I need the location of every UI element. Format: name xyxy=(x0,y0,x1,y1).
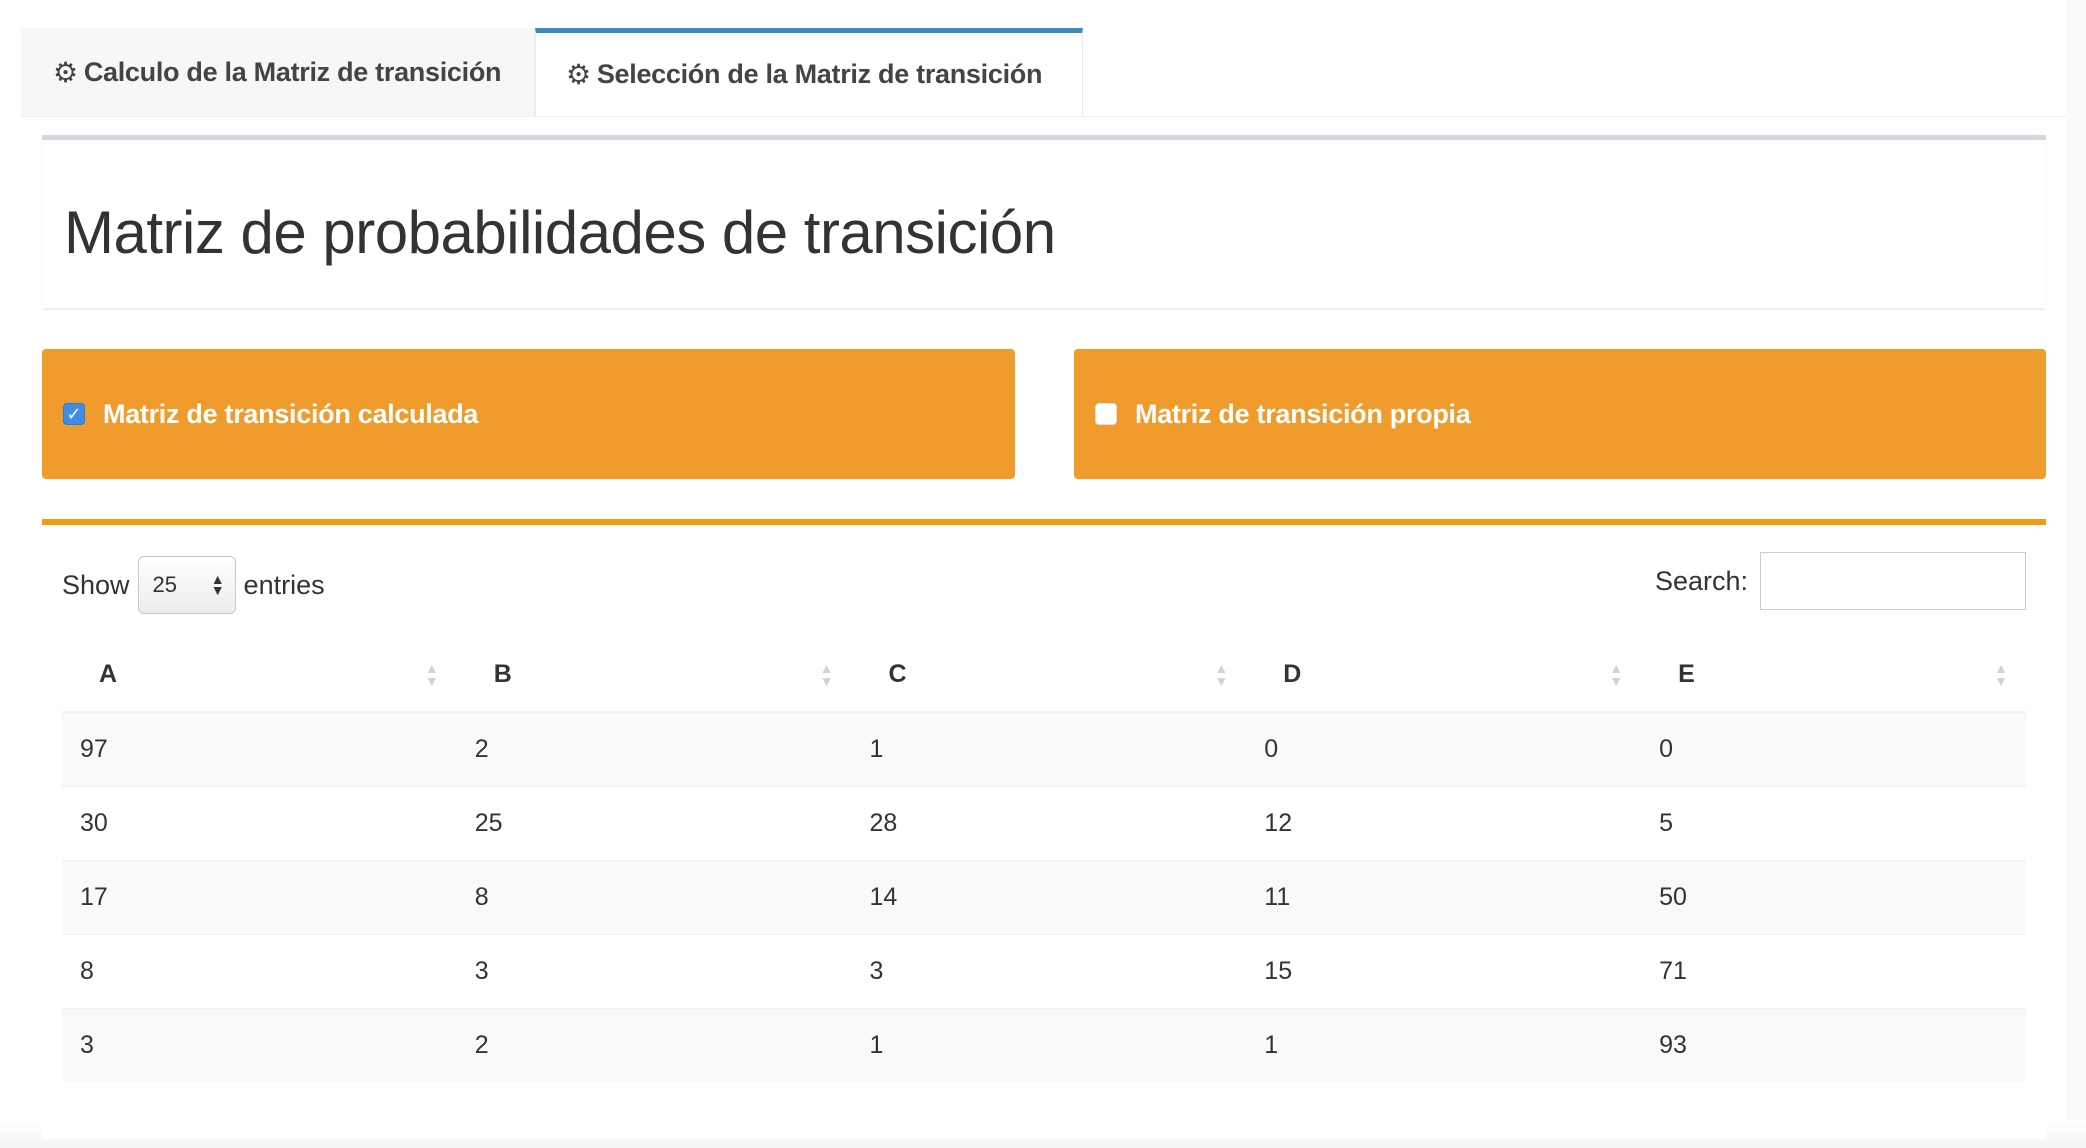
table-cell: 15 xyxy=(1246,933,1642,1008)
table-row: 17 8 14 11 50 xyxy=(62,859,2026,934)
updown-arrows-icon: ▲ ▼ xyxy=(210,571,225,598)
table-cell: 0 xyxy=(1641,711,2026,786)
table-cell: 1 xyxy=(1246,1007,1642,1082)
table-cell: 14 xyxy=(851,859,1247,934)
header-row: A ▲ ▼ B ▲ ▼ C ▲ ▼ D ▲ ▼ E ▲ ▼ xyxy=(62,638,2026,713)
tab-seleccion[interactable]: ⚙ Selección de la Matriz de transición xyxy=(535,28,1083,116)
show-label: Show xyxy=(62,569,130,600)
search-input[interactable] xyxy=(1760,552,2026,610)
tab-label: Selección de la Matriz de transición xyxy=(596,59,1043,89)
table-cell: 93 xyxy=(1641,1007,2026,1082)
column-label: D xyxy=(1283,660,1302,688)
table-cell: 2 xyxy=(456,711,852,786)
checkbox-calculada[interactable]: ✓ xyxy=(63,403,85,425)
table-cell: 30 xyxy=(62,785,457,860)
table-cell: 5 xyxy=(1641,785,2026,860)
table-cell: 3 xyxy=(456,933,852,1008)
column-header-b[interactable]: B ▲ ▼ xyxy=(456,638,852,713)
column-label: E xyxy=(1678,660,1695,688)
length-control: Show 25 ▲ ▼ entries xyxy=(62,555,325,615)
table-cell: 0 xyxy=(1246,711,1642,786)
page-length-select[interactable]: 25 ▲ ▼ xyxy=(137,556,236,614)
data-table: A ▲ ▼ B ▲ ▼ C ▲ ▼ D ▲ ▼ E ▲ ▼ 97 2 1 0 0 30 25 28 … xyxy=(62,638,2026,1082)
table-cell: 25 xyxy=(456,785,852,860)
page-title: Matriz de probabilidades de transición xyxy=(64,199,1056,266)
table-cell: 50 xyxy=(1641,859,2026,934)
page-length-value: 25 xyxy=(152,572,178,597)
column-header-e[interactable]: E ▲ ▼ xyxy=(1641,638,2026,713)
page-gutter xyxy=(2066,0,2086,1148)
table-cell: 71 xyxy=(1641,933,2026,1008)
column-label: B xyxy=(493,660,512,688)
tab-calculo[interactable]: ⚙ Calculo de la Matriz de transición xyxy=(21,28,535,116)
search-control: Search: xyxy=(1655,551,2026,611)
table-cell: 8 xyxy=(456,859,852,934)
table-cell: 28 xyxy=(851,785,1247,860)
gear-icon: ⚙ xyxy=(566,59,591,90)
sort-icon: ▲ ▼ xyxy=(424,660,439,689)
table-cell: 8 xyxy=(62,933,457,1008)
option-label: Matriz de transición calculada xyxy=(103,398,479,429)
option-propia-box[interactable]: Matriz de transición propia xyxy=(1074,349,2046,479)
checkbox-propia[interactable] xyxy=(1095,403,1117,425)
table-cell: 11 xyxy=(1246,859,1642,934)
column-header-d[interactable]: D ▲ ▼ xyxy=(1246,638,1642,713)
table-row: 97 2 1 0 0 xyxy=(62,711,2026,786)
sort-icon: ▲ ▼ xyxy=(1609,660,1624,689)
tab-label: Calculo de la Matriz de transición xyxy=(83,56,502,87)
sort-icon: ▲ ▼ xyxy=(1994,660,2008,689)
table-row: 8 3 3 15 71 xyxy=(62,933,2026,1008)
table-cell: 17 xyxy=(62,859,457,934)
table-cell: 12 xyxy=(1246,785,1642,860)
column-header-a[interactable]: A ▲ ▼ xyxy=(62,638,457,713)
option-label: Matriz de transición propia xyxy=(1135,398,1471,429)
table-cell: 2 xyxy=(456,1007,852,1082)
entries-label: entries xyxy=(243,569,325,600)
sort-icon: ▲ ▼ xyxy=(819,660,834,689)
option-calculada-box[interactable]: ✓ Matriz de transición calculada xyxy=(42,349,1015,479)
title-box: Matriz de probabilidades de transición xyxy=(42,135,2046,308)
tab-bar: ⚙ Calculo de la Matriz de transición ⚙ S… xyxy=(21,28,2066,117)
search-label: Search: xyxy=(1654,565,1748,596)
table-row: 30 25 28 12 5 xyxy=(62,785,2026,860)
column-label: A xyxy=(99,660,118,688)
table-cell: 1 xyxy=(851,711,1247,786)
column-header-c[interactable]: C ▲ ▼ xyxy=(851,638,1247,713)
column-label: C xyxy=(888,660,907,688)
table-row: 3 2 1 1 93 xyxy=(62,1007,2026,1082)
table-cell: 97 xyxy=(62,711,457,786)
gear-icon: ⚙ xyxy=(53,56,78,88)
sort-icon: ▲ ▼ xyxy=(1214,660,1229,689)
table-panel: Show 25 ▲ ▼ entries Search: A ▲ ▼ B ▲ ▼ C ▲ ▼ D… xyxy=(42,519,2046,1139)
table-cell: 1 xyxy=(851,1007,1247,1082)
table-cell: 3 xyxy=(62,1007,457,1082)
table-cell: 3 xyxy=(851,933,1247,1008)
